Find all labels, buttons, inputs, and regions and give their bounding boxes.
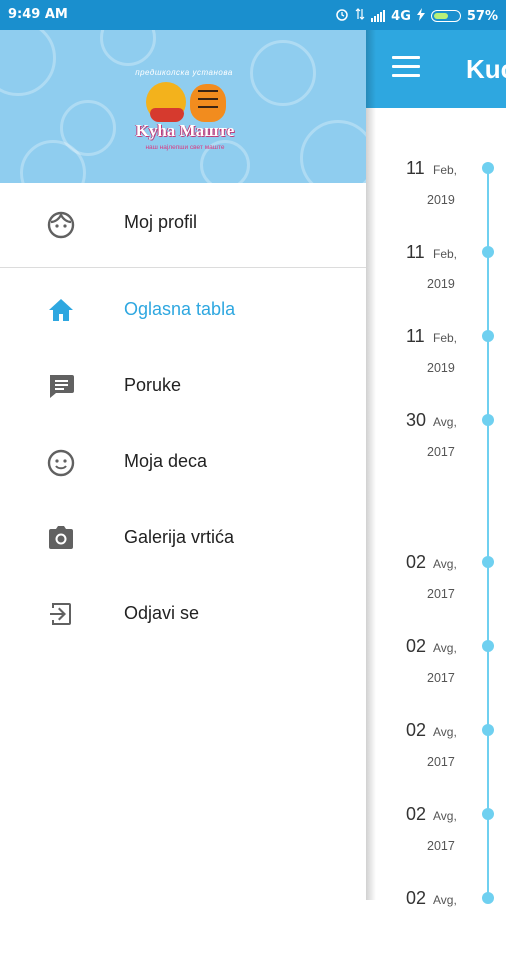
drawer-header: предшколска установа Kyha Maште наш најл… [0, 30, 366, 183]
timeline-dot [482, 724, 494, 736]
entry-year: 2019 [427, 277, 455, 291]
timeline-dot [482, 892, 494, 904]
timeline-entry[interactable]: 02 Avg, 2017 [366, 636, 506, 716]
timeline-dot [482, 162, 494, 174]
timeline-entry[interactable]: 02 Avg, [366, 888, 506, 968]
logo-name: Kyha Maште [135, 121, 235, 140]
entry-month: Avg, [433, 809, 457, 823]
tiger-character [190, 84, 226, 122]
entry-day: 02 [406, 888, 427, 908]
entry-year: 2017 [427, 671, 455, 685]
menu-item-profile[interactable]: Moj profil [0, 183, 366, 267]
entry-day: 11 [406, 326, 425, 346]
timeline-entry[interactable]: 02 Avg, 2017 [366, 720, 506, 800]
app-title: Kuć [466, 54, 506, 84]
camera-icon [46, 524, 76, 552]
entry-month: Feb, [433, 163, 458, 177]
timeline-dot [482, 246, 494, 258]
face-icon [46, 210, 76, 239]
entry-year: 2017 [427, 445, 455, 459]
drawer-shadow [366, 30, 376, 900]
logout-icon [46, 600, 76, 628]
timeline-dot [482, 414, 494, 426]
menu-item-label: Moja deca [124, 451, 208, 471]
entry-year: 2019 [427, 361, 455, 375]
logo-top-text: предшколска установа [135, 68, 233, 77]
timeline-dot [482, 556, 494, 568]
menu-item-label: Poruke [124, 375, 182, 395]
charging-icon [416, 7, 425, 25]
logo-subtitle: наш најлепши свет маште [145, 144, 225, 151]
timeline-dot [482, 330, 494, 342]
drawer-divider [0, 267, 366, 268]
entry-month: Avg, [433, 893, 457, 907]
menu-item-home[interactable]: Oglasna tabla [0, 282, 366, 338]
timeline-dot [482, 808, 494, 820]
hamburger-menu-icon[interactable] [392, 56, 420, 78]
bear-shirt [150, 108, 184, 122]
entry-day: 02 [406, 552, 427, 572]
timeline-entry[interactable]: 11 Feb, 2019 [366, 158, 506, 238]
profile-label: Moj profil [124, 212, 198, 232]
menu-item-child-face[interactable]: Moja deca [0, 434, 366, 490]
entry-month: Feb, [433, 247, 458, 261]
entry-year: 2019 [427, 193, 455, 207]
menu-item-camera[interactable]: Galerija vrtića [0, 510, 366, 566]
menu-item-message[interactable]: Poruke [0, 358, 366, 414]
timeline: 11 Feb, 2019 11 Feb, 2019 11 Feb, 2019 30 Avg, 2017… [366, 108, 506, 908]
timeline-entry[interactable]: 02 Avg, 2017 [366, 552, 506, 632]
timeline-entry[interactable]: 11 Feb, 2019 [366, 242, 506, 322]
timeline-dot [482, 640, 494, 652]
timeline-entry[interactable]: 30 Avg, 2017 [366, 410, 506, 490]
battery-icon [430, 10, 461, 22]
entry-day: 11 [406, 242, 425, 262]
status-bar: 9:49 AM 4G 57% [0, 0, 506, 30]
entry-month: Feb, [433, 331, 458, 345]
entry-day: 02 [406, 720, 427, 740]
entry-month: Avg, [433, 557, 457, 571]
child-face-icon [46, 448, 76, 477]
entry-year: 2017 [427, 755, 455, 769]
alarm-icon [335, 7, 349, 25]
timeline-entry[interactable]: 02 Avg, 2017 [366, 804, 506, 884]
entry-day: 02 [406, 804, 427, 824]
entry-day: 30 [406, 410, 427, 430]
data-transfer-icon [355, 7, 365, 25]
entry-month: Avg, [433, 641, 457, 655]
entry-day: 11 [406, 158, 425, 178]
entry-month: Avg, [433, 725, 457, 739]
entry-year: 2017 [427, 587, 455, 601]
timeline-entry[interactable]: 11 Feb, 2019 [366, 326, 506, 406]
home-icon [46, 296, 76, 324]
message-icon [46, 372, 76, 400]
menu-item-label: Odjavi se [124, 603, 200, 623]
entry-day: 02 [406, 636, 427, 656]
status-icons: 4G 57% [335, 7, 498, 25]
menu-item-label: Oglasna tabla [124, 299, 236, 319]
entry-year: 2017 [427, 839, 455, 853]
menu-item-logout[interactable]: Odjavi se [0, 586, 366, 642]
battery-percent: 57% [466, 8, 498, 24]
entry-month: Avg, [433, 415, 457, 429]
menu-item-label: Galerija vrtića [124, 527, 235, 547]
network-type: 4G [391, 8, 411, 24]
kindergarten-logo: предшколска установа Kyha Maште наш најл… [126, 68, 246, 160]
status-time: 9:49 AM [8, 7, 68, 22]
navigation-drawer: предшколска установа Kyha Maште наш најл… [0, 30, 366, 900]
signal-icon [371, 10, 386, 22]
